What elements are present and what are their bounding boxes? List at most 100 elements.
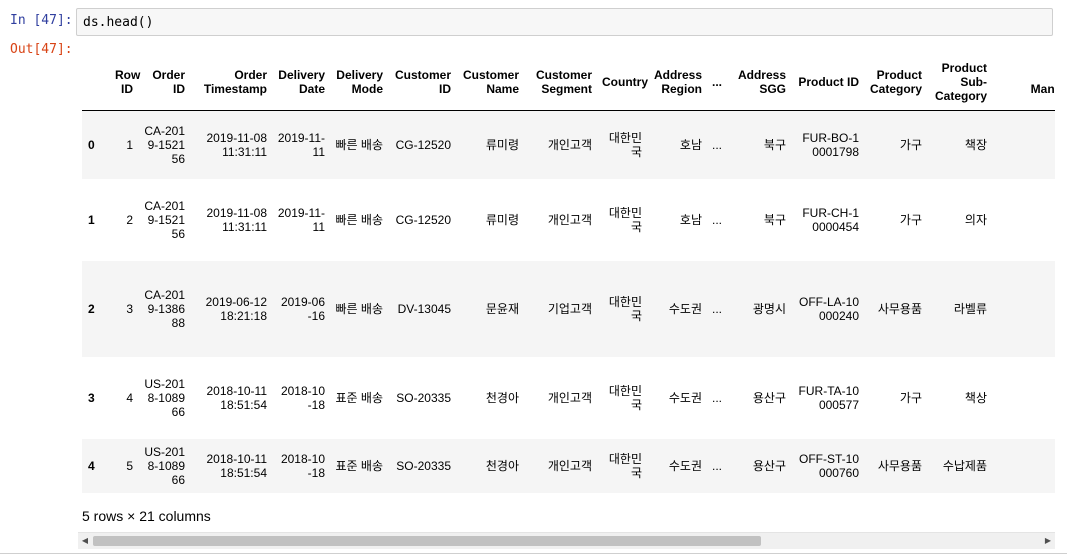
table-cell: Bretfor [992,357,1055,439]
table-cell: 천경아 [485,391,519,405]
table-cell: 수도권 [668,302,702,316]
code-input-cell[interactable]: ds.head() [76,8,1053,36]
dataframe-output: Row ID Order ID Order Timestamp Delivery Da… [82,54,1055,496]
row-index: 4 [88,459,95,473]
table-row: 3 4 US-2018-108966 2018-10-11 18:51:54 2018-… [82,357,1055,439]
table-cell: 용산구 [752,391,786,405]
table-cell: 2019-11-11 [277,206,325,234]
row-index: 2 [88,302,95,316]
table-cell: 2019-11-08 11:31:11 [206,206,268,234]
table-cell: 책상 [964,391,987,405]
table-cell: ... [712,302,723,316]
table-cell: 개인고객 [547,213,592,227]
table-cell: 대한민국 [608,295,642,323]
table-cell: DV-13045 [397,302,451,316]
table-cell: 4 [126,391,133,405]
row-index: 0 [88,138,95,152]
table-cell: US-2018-108966 [144,445,185,487]
scroll-left-arrow-icon[interactable]: ◀ [78,533,92,549]
table-cell: 라벨류 [953,302,987,316]
table-cell: 류미령 [485,138,519,152]
table-cell: OFF-LA-10000240 [798,295,859,323]
table-cell: 5 [126,459,133,473]
table-cell: 호남 [679,138,702,152]
table-cell: 수도권 [668,391,702,405]
table-cell: Bush [992,111,1055,180]
table-cell: 빠른 배송 [335,213,384,227]
column-header: Delivery Date [272,54,330,111]
table-cell: CA-2019-152156 [144,199,185,241]
column-header: Product Sub-Category [927,54,992,111]
table-cell: 수도권 [668,459,702,473]
table-cell: 3 [126,302,133,316]
table-cell: CA-2019-138688 [144,288,185,330]
table-body: 0 1 CA-2019-152156 2019-11-08 11:31:11 2019-… [82,110,1055,493]
table-cell: 1 [126,138,133,152]
table-cell: 2018-10-11 18:51:54 [206,384,268,412]
column-header: Delivery Mode [330,54,388,111]
column-header: Address SGG [725,54,791,111]
table-cell: 천경아 [485,459,519,473]
table-cell: 2018-10-18 [280,452,325,480]
table-cell: 빠른 배송 [335,138,384,152]
column-header: Product Category [864,54,927,111]
column-header: ... [707,54,725,111]
table-cell: CA-2019-152156 [144,124,185,166]
dataframe-shape: 5 rows × 21 columns [82,508,211,524]
table-cell: 표준 배송 [335,459,384,473]
table-cell: CG-12520 [395,138,451,152]
column-header: Order Timestamp [190,54,272,111]
table-row: 4 5 US-2018-108966 2018-10-11 18:51:54 2018-… [82,439,1055,493]
table-cell: 개인고객 [547,459,592,473]
table-cell: 호남 [679,213,702,227]
table-cell: 용산구 [752,459,786,473]
index-header [82,54,110,111]
table-cell: SO-20335 [396,459,451,473]
output-prompt: Out[47]: [10,42,73,57]
table-row: 0 1 CA-2019-152156 2019-11-08 11:31:11 2019-… [82,110,1055,180]
table-cell: 책장 [964,138,987,152]
table-cell: 대한민국 [608,452,642,480]
header-row: Row ID Order ID Order Timestamp Delivery Da… [82,54,1055,111]
table-cell: 대한민국 [608,131,642,159]
table-cell: 류미령 [485,213,519,227]
table-cell: Universa [992,261,1056,357]
table-cell: 광명시 [752,302,786,316]
table-row: 1 2 CA-2019-152156 2019-11-08 11:31:11 2019-… [82,179,1055,261]
horizontal-scrollbar[interactable]: ◀ ▶ [78,532,1055,549]
column-header: Customer Name [456,54,524,111]
table-cell: 대한민국 [608,206,642,234]
table-cell: ... [712,459,723,473]
table-cell: ... [712,391,723,405]
table-cell: FUR-CH-10000454 [802,206,859,234]
table-cell: 개인고객 [547,138,592,152]
table-cell: ... [712,213,723,227]
table-cell: 의자 [964,213,987,227]
table-cell: 2019-06-16 [280,295,325,323]
table-cell: 2019-06-12 18:21:18 [205,295,267,323]
table-cell: ... [712,138,723,152]
column-header: Order ID [138,54,190,111]
dataframe-table: Row ID Order ID Order Timestamp Delivery Da… [82,54,1055,493]
row-index: 3 [88,391,95,405]
table-row: 2 3 CA-2019-138688 2019-06-12 18:21:18 2019-… [82,261,1055,357]
table-cell: 대한민국 [608,384,642,412]
table-cell: 사무용품 [877,302,922,316]
table-cell: 가구 [899,391,922,405]
table-cell: 표준 배송 [335,391,384,405]
scroll-right-arrow-icon[interactable]: ▶ [1041,533,1055,549]
table-cell: 사무용품 [877,459,922,473]
column-header: Customer Segment [524,54,597,111]
table-cell: 개인고객 [547,391,592,405]
table-cell: 2018-10-11 18:51:54 [206,452,268,480]
table-cell: US-2018-108966 [144,377,185,419]
table-cell: 2018-10-18 [280,384,325,412]
code-text[interactable]: ds.head() [83,15,153,30]
cell-divider [0,553,1067,554]
table-cell: Ho [992,179,1055,261]
table-cell: 2019-11-11 [277,131,325,159]
column-header: Address Region [647,54,707,111]
table-cell: Eldo [992,439,1055,493]
column-header: Product ID [791,54,864,111]
scrollbar-thumb[interactable] [93,536,761,546]
